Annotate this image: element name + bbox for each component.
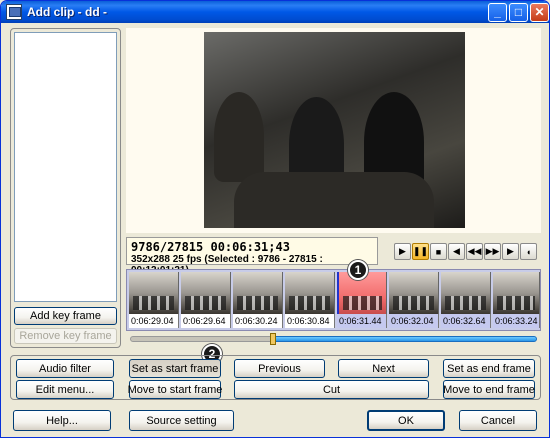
move-to-end-frame-button[interactable]: Move to end frame	[443, 380, 535, 399]
edit-menu-button[interactable]: Edit menu...	[16, 380, 114, 399]
play-icon[interactable]: ▶	[394, 243, 411, 260]
filmstrip[interactable]: 0:06:29.04 0:06:29.64 0:06:30.24 0:06:30…	[126, 269, 541, 331]
app-icon	[6, 4, 22, 20]
previous-button[interactable]: Previous	[234, 359, 325, 378]
next-button[interactable]: Next	[338, 359, 429, 378]
volume-icon[interactable]: ◖	[520, 243, 537, 260]
frame-thumbnail[interactable]	[493, 272, 540, 314]
window-title: Add clip - dd -	[27, 5, 107, 19]
remove-key-frame-button[interactable]: Remove key frame	[14, 328, 117, 344]
audio-filter-button[interactable]: Audio filter	[16, 359, 114, 378]
key-frame-list[interactable]	[14, 32, 117, 302]
minimize-icon[interactable]: _	[488, 3, 507, 22]
help-button[interactable]: Help...	[13, 410, 111, 431]
callout-1: 1	[348, 260, 368, 280]
move-to-start-frame-button[interactable]: Move to start frame	[128, 380, 222, 399]
ok-button[interactable]: OK	[367, 410, 445, 431]
set-start-frame-button[interactable]: Set as start frame	[129, 359, 221, 378]
frame-timecode: 0:06:31.44	[337, 314, 387, 328]
frame-timecode: 0:06:29.64	[181, 314, 231, 328]
step-back-icon[interactable]: ◀	[448, 243, 465, 260]
timeline-handle[interactable]	[270, 333, 276, 345]
title-bar: Add clip - dd - _ □ ✕	[1, 1, 549, 23]
frame-timecode: 0:06:30.84	[285, 314, 335, 328]
frame-timecode: 0:06:33.24	[493, 314, 540, 328]
frame-thumbnail[interactable]	[129, 272, 179, 314]
frame-thumbnail[interactable]	[233, 272, 283, 314]
stop-icon[interactable]: ■	[430, 243, 447, 260]
close-icon[interactable]: ✕	[530, 3, 549, 22]
frame-thumbnail[interactable]	[285, 272, 335, 314]
add-key-frame-button[interactable]: Add key frame	[14, 307, 117, 325]
video-preview	[204, 32, 465, 228]
frame-info: 9786/27815 00:06:31;43 352x288 25 fps (S…	[126, 237, 378, 276]
frame-position: 9786/27815 00:06:31;43	[131, 240, 290, 254]
frame-timecode: 0:06:29.04	[129, 314, 179, 328]
timeline-selected-range[interactable]	[273, 336, 537, 342]
cut-button[interactable]: Cut	[234, 380, 429, 399]
frame-timecode: 0:06:32.04	[389, 314, 439, 328]
frame-timecode: 0:06:32.64	[441, 314, 491, 328]
cancel-button[interactable]: Cancel	[459, 410, 537, 431]
timeline-unselected[interactable]	[130, 336, 273, 342]
set-end-frame-button[interactable]: Set as end frame	[443, 359, 535, 378]
source-setting-button[interactable]: Source setting	[129, 410, 234, 431]
add-clip-dialog: Add clip - dd - _ □ ✕ Add key frame Remo…	[0, 0, 550, 438]
frame-thumbnail[interactable]	[441, 272, 491, 314]
frame-timecode: 0:06:30.24	[233, 314, 283, 328]
step-forward-icon[interactable]: ▶	[502, 243, 519, 260]
frame-thumbnail[interactable]	[181, 272, 231, 314]
frame-thumbnail[interactable]	[389, 272, 439, 314]
rewind-icon[interactable]: ◀◀	[466, 243, 483, 260]
pause-icon[interactable]: ❚❚	[412, 243, 429, 260]
fast-forward-icon[interactable]: ▶▶	[484, 243, 501, 260]
maximize-icon[interactable]: □	[509, 3, 528, 22]
